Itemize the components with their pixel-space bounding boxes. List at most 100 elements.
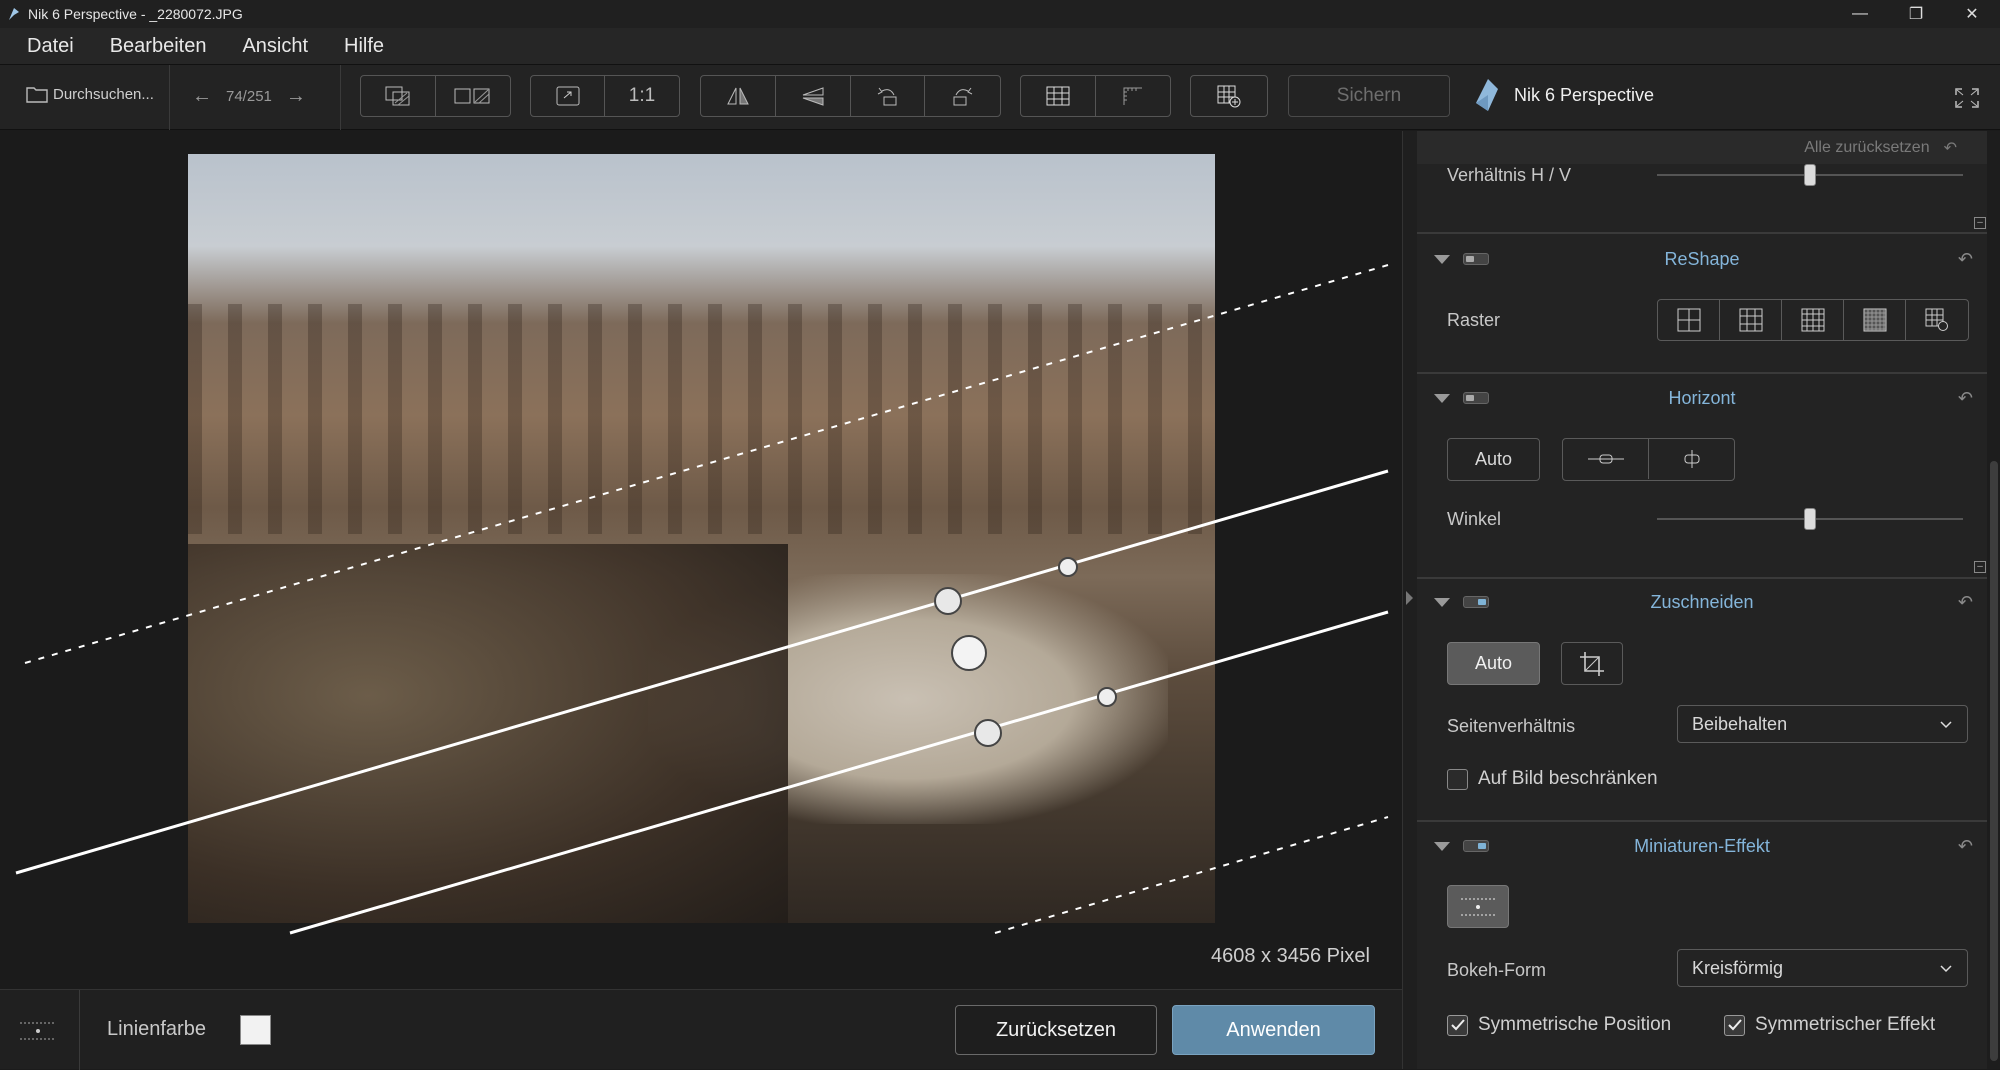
ratio-slider-knob[interactable] — [1804, 164, 1816, 186]
flip-horizontal-icon[interactable] — [701, 76, 776, 116]
menu-hilfe[interactable]: Hilfe — [326, 35, 402, 58]
save-button[interactable]: Sichern — [1288, 75, 1450, 117]
reshape-undo-icon[interactable]: ↶ — [1958, 249, 1973, 270]
vertical-level-icon[interactable] — [1649, 439, 1734, 479]
miniature-mode-button[interactable] — [1447, 885, 1509, 928]
reset-all-button[interactable]: Alle zurücksetzen ↶ — [1417, 131, 1987, 164]
bottom-bar: Linienfarbe Zurücksetzen Anwenden — [0, 989, 1402, 1070]
image-canvas[interactable]: 4608 x 3456 Pixel — [0, 131, 1402, 989]
menu-bearbeiten[interactable]: Bearbeiten — [92, 35, 225, 58]
apply-button[interactable]: Anwenden — [1172, 1005, 1375, 1055]
next-arrow-icon[interactable]: → — [286, 85, 306, 108]
restore-button[interactable]: ❐ — [1888, 0, 1944, 28]
horizon-toggle[interactable] — [1463, 392, 1489, 404]
reshape-toggle[interactable] — [1463, 253, 1489, 265]
menu-ansicht[interactable]: Ansicht — [224, 35, 326, 58]
horizon-title: Horizont — [1668, 387, 1736, 408]
checkbox-box[interactable] — [1724, 1014, 1745, 1036]
ratio-slider[interactable] — [1657, 164, 1963, 186]
nik-logo-icon — [1476, 79, 1498, 111]
rotate-right-icon[interactable] — [925, 76, 1000, 116]
ruler-icon[interactable] — [1096, 76, 1171, 116]
checkbox-box[interactable] — [1447, 768, 1468, 790]
folder-icon — [26, 87, 48, 103]
toolbar: Durchsuchen... ← 74/251 → 1:1 Sichern Ni… — [0, 65, 2000, 130]
flip-vertical-icon[interactable] — [776, 76, 851, 116]
minimize-button[interactable]: — — [1832, 0, 1888, 28]
limit-to-image-checkbox[interactable]: Auf Bild beschränken — [1447, 768, 1658, 790]
miniature-mode-icon[interactable] — [18, 1020, 58, 1042]
guides-group — [1020, 75, 1171, 117]
rotate-handle-bottom[interactable] — [1097, 687, 1117, 707]
rotate-left-icon[interactable] — [851, 76, 926, 116]
blur-boundary-bottom[interactable] — [994, 816, 1389, 934]
before-after-icon[interactable] — [361, 76, 436, 116]
section-crop[interactable]: Zuschneiden ↶ — [1417, 582, 1987, 622]
reshape-title: ReShape — [1664, 248, 1740, 269]
aspect-ratio-select[interactable]: Beibehalten — [1677, 705, 1968, 743]
miniature-effect-guides[interactable] — [0, 131, 1402, 989]
settings-panel: Alle zurücksetzen ↶ Verhältnis H / V – R… — [1402, 131, 2000, 1069]
blur-boundary-top[interactable] — [24, 264, 1389, 664]
crop-tool-button[interactable] — [1561, 642, 1623, 685]
ratio-label: Verhältnis H / V — [1447, 165, 1572, 185]
section-miniature[interactable]: Miniaturen-Effekt ↶ — [1417, 826, 1987, 866]
focus-line-bottom[interactable] — [289, 610, 1389, 935]
fullscreen-icon[interactable] — [1954, 87, 1980, 109]
grid-4x4-icon[interactable] — [1782, 300, 1844, 340]
tilt-shift-icon — [1461, 898, 1495, 915]
line-color-swatch[interactable] — [240, 1015, 271, 1045]
collapse-icon[interactable]: – — [1974, 217, 1986, 229]
grid-settings-icon[interactable] — [1191, 76, 1267, 116]
horizon-undo-icon[interactable]: ↶ — [1958, 388, 1973, 409]
crop-icon — [1580, 651, 1604, 676]
expand-triangle-icon[interactable] — [1434, 597, 1450, 607]
prev-arrow-icon[interactable]: ← — [192, 85, 212, 108]
rotate-handle-top[interactable] — [1058, 557, 1078, 577]
collapse-icon[interactable]: – — [1974, 561, 1986, 573]
horizontal-level-icon[interactable] — [1563, 439, 1649, 479]
grid-icon[interactable] — [1021, 76, 1096, 116]
browse-button[interactable]: Durchsuchen... — [26, 85, 154, 103]
crop-auto-button[interactable]: Auto — [1447, 642, 1540, 685]
grid-custom-icon[interactable] — [1906, 300, 1968, 340]
symmetric-effect-checkbox[interactable]: Symmetrischer Effekt — [1724, 1014, 1935, 1036]
focus-handle-top[interactable] — [934, 587, 962, 615]
zoom-group: 1:1 — [530, 75, 680, 117]
reset-button[interactable]: Zurücksetzen — [955, 1005, 1157, 1055]
panel-scrollbar[interactable] — [1987, 131, 2000, 1069]
horizon-auto-button[interactable]: Auto — [1447, 438, 1540, 481]
crop-toggle[interactable] — [1463, 596, 1489, 608]
fit-screen-icon[interactable] — [531, 76, 605, 116]
expand-triangle-icon[interactable] — [1434, 841, 1450, 851]
undo-icon: ↶ — [1943, 139, 1957, 157]
angle-slider-knob[interactable] — [1804, 508, 1816, 530]
angle-slider[interactable] — [1657, 508, 1963, 530]
section-reshape[interactable]: ReShape ↶ — [1417, 239, 1987, 279]
grid-3x3-icon[interactable] — [1720, 300, 1782, 340]
grid-fine-icon[interactable] — [1844, 300, 1906, 340]
zoom-1to1-button[interactable]: 1:1 — [605, 76, 679, 116]
chevron-down-icon — [1940, 721, 1952, 729]
center-handle[interactable] — [951, 635, 987, 671]
checkbox-box[interactable] — [1447, 1014, 1468, 1036]
bokeh-label: Bokeh-Form — [1447, 960, 1547, 980]
miniature-toggle[interactable] — [1463, 840, 1489, 852]
aspect-ratio-value: Beibehalten — [1692, 713, 1788, 734]
section-horizon[interactable]: Horizont ↶ — [1417, 378, 1987, 418]
expand-triangle-icon[interactable] — [1434, 254, 1450, 264]
menu-datei[interactable]: Datei — [0, 35, 92, 58]
split-view-icon[interactable] — [436, 76, 511, 116]
bokeh-select[interactable]: Kreisförmig — [1677, 949, 1968, 987]
crop-undo-icon[interactable]: ↶ — [1958, 592, 1973, 613]
close-button[interactable]: ✕ — [1944, 0, 2000, 28]
miniature-undo-icon[interactable]: ↶ — [1958, 836, 1973, 857]
symmetric-position-checkbox[interactable]: Symmetrische Position — [1447, 1014, 1671, 1036]
panel-collapse-gutter[interactable] — [1403, 131, 1417, 1069]
window-title: Nik 6 Perspective - _2280072.JPG — [28, 6, 243, 22]
focus-handle-bottom[interactable] — [974, 719, 1002, 747]
expand-triangle-icon[interactable] — [1434, 393, 1450, 403]
grid-2x2-icon[interactable] — [1658, 300, 1720, 340]
title-bar: Nik 6 Perspective - _2280072.JPG — ❐ ✕ — [0, 0, 2000, 28]
compare-group — [360, 75, 511, 117]
